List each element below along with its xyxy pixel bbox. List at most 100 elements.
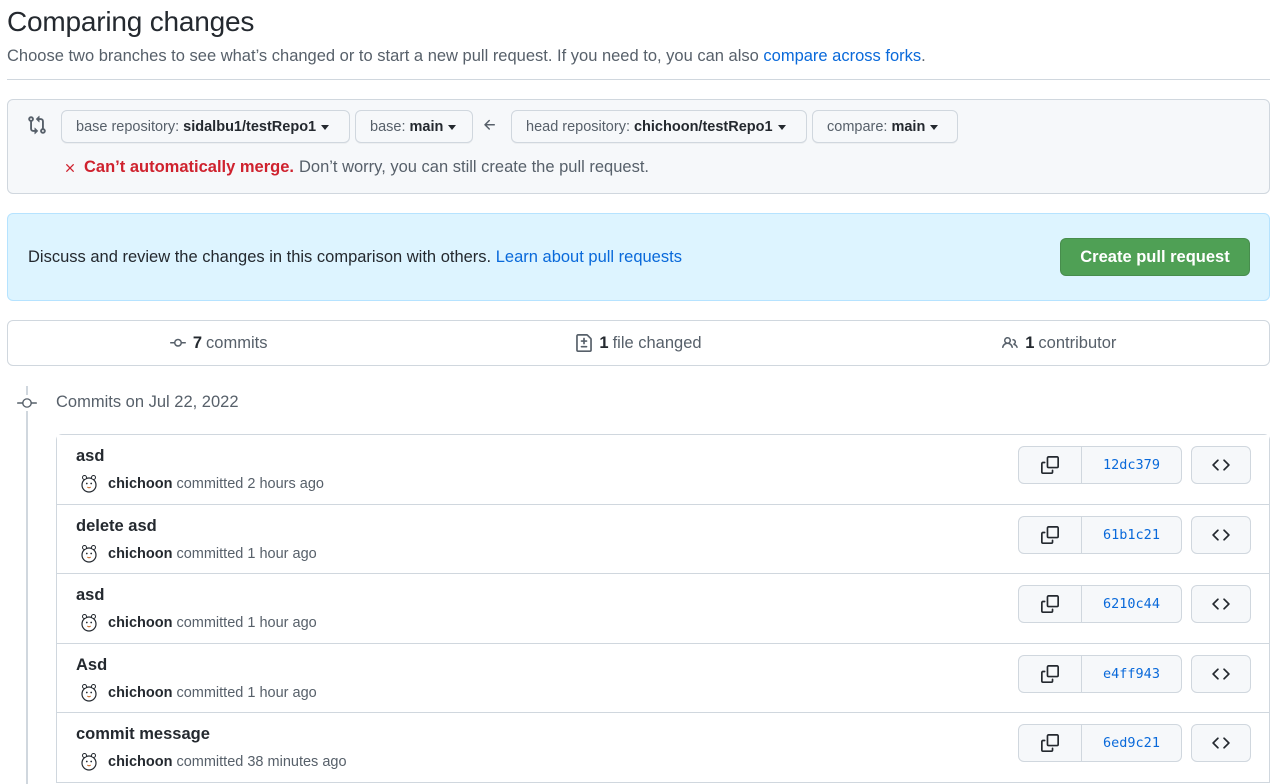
base-repository-label: base repository: — [76, 118, 180, 135]
people-icon — [1002, 336, 1019, 349]
files-label: file changed — [612, 333, 702, 352]
compare-branch-value: main — [891, 118, 926, 135]
commit-time: committed 2 hours ago — [176, 476, 324, 492]
commit-sha-group: 6ed9c21 — [1018, 724, 1182, 762]
avatar[interactable] — [80, 544, 98, 564]
files-changed-tab[interactable]: 1 file changed — [428, 321, 848, 365]
code-icon — [1212, 737, 1230, 749]
copy-icon — [1041, 595, 1059, 613]
commit-meta: chichoon committed 1 hour ago — [80, 613, 317, 633]
commit-meta: chichoon committed 1 hour ago — [80, 544, 317, 564]
avatar[interactable] — [80, 613, 98, 633]
commit-author-link[interactable]: chichoon — [108, 754, 172, 770]
copy-icon — [1041, 456, 1059, 474]
browse-repository-button[interactable] — [1191, 724, 1251, 762]
commit-message-link[interactable]: delete asd — [76, 517, 157, 536]
commit-meta: chichoon committed 38 minutes ago — [80, 752, 347, 772]
head-repository-value: chichoon/testRepo1 — [633, 118, 773, 135]
caret-down-icon — [321, 125, 330, 130]
info-message: Discuss and review the changes in this c… — [28, 248, 496, 266]
browse-repository-button[interactable] — [1191, 515, 1251, 554]
contributors-count: 1 — [1025, 333, 1035, 352]
copy-sha-button[interactable] — [1019, 447, 1082, 483]
commit-time: committed 38 minutes ago — [176, 754, 347, 770]
git-compare-icon — [28, 115, 46, 135]
learn-about-pull-requests-link[interactable]: Learn about pull requests — [496, 248, 682, 266]
commit-sha-link[interactable]: e4ff943 — [1082, 656, 1181, 692]
head-repository-select[interactable]: head repository: chichoon/testRepo1 — [511, 110, 807, 143]
base-branch-value: main — [409, 118, 444, 135]
info-text: Discuss and review the changes in this c… — [28, 248, 682, 267]
avatar[interactable] — [80, 474, 98, 494]
avatar[interactable] — [80, 683, 98, 703]
files-count: 1 — [599, 333, 609, 352]
caret-down-icon — [930, 125, 939, 130]
git-commit-icon — [17, 395, 37, 411]
compare-branch-label: compare: — [827, 118, 888, 135]
browse-repository-button[interactable] — [1191, 585, 1251, 623]
commit-sha-link[interactable]: 12dc379 — [1082, 447, 1181, 483]
x-icon — [66, 163, 74, 172]
commit-row: Asd chichoon committed 1 hour ago e4ff94… — [57, 643, 1269, 713]
commit-author-link[interactable]: chichoon — [108, 476, 172, 492]
commit-sha-group: 61b1c21 — [1018, 515, 1182, 554]
arrow-left-icon — [484, 119, 495, 130]
commit-sha-link[interactable]: 6210c44 — [1082, 586, 1181, 622]
commit-meta: chichoon committed 1 hour ago — [80, 683, 317, 703]
copy-sha-button[interactable] — [1019, 516, 1082, 553]
commit-time: committed 1 hour ago — [176, 615, 317, 631]
commit-message-link[interactable]: asd — [76, 586, 104, 605]
commits-label: commits — [206, 333, 268, 352]
commit-author-link[interactable]: chichoon — [108, 546, 172, 562]
base-branch-select[interactable]: base: main — [355, 110, 473, 143]
contributors-label: contributor — [1038, 333, 1117, 352]
description-suffix: . — [921, 47, 926, 65]
contributors-tab[interactable]: 1 contributor — [849, 321, 1269, 365]
commit-author-link[interactable]: chichoon — [108, 615, 172, 631]
caret-down-icon — [448, 125, 457, 130]
browse-repository-button[interactable] — [1191, 446, 1251, 484]
commit-sha-link[interactable]: 61b1c21 — [1082, 517, 1181, 553]
pull-request-info-banner: Discuss and review the changes in this c… — [7, 213, 1270, 301]
base-repository-select[interactable]: base repository: sidalbu1/testRepo1 — [61, 110, 350, 143]
merge-status-error: Can’t automatically merge. — [84, 158, 294, 176]
commit-message-link[interactable]: commit message — [76, 725, 210, 744]
compare-across-forks-link[interactable]: compare across forks — [763, 47, 921, 65]
copy-icon — [1041, 734, 1059, 752]
commit-sha-group: e4ff943 — [1018, 654, 1182, 693]
commit-sha-link[interactable]: 6ed9c21 — [1082, 725, 1181, 761]
avatar[interactable] — [80, 752, 98, 772]
commit-message-link[interactable]: Asd — [76, 656, 107, 675]
commit-sha-group: 6210c44 — [1018, 585, 1182, 623]
code-icon — [1212, 667, 1230, 680]
browse-repository-button[interactable] — [1191, 654, 1251, 693]
range-editor: base repository: sidalbu1/testRepo1 base… — [7, 99, 1270, 194]
copy-sha-button[interactable] — [1019, 725, 1082, 761]
copy-sha-button[interactable] — [1019, 655, 1082, 692]
copy-sha-button[interactable] — [1019, 586, 1082, 622]
commit-author-link[interactable]: chichoon — [108, 685, 172, 701]
commit-sha-group: 12dc379 — [1018, 446, 1182, 484]
head-repository-label: head repository: — [526, 118, 630, 135]
git-commit-icon — [169, 338, 186, 347]
file-diff-icon — [576, 334, 593, 352]
create-pull-request-button[interactable]: Create pull request — [1060, 238, 1250, 276]
copy-icon — [1041, 664, 1059, 683]
base-branch-label: base: — [370, 118, 406, 135]
commit-list: asd chichoon committed 2 hours ago 12dc3… — [56, 434, 1270, 783]
commit-message-link[interactable]: asd — [76, 447, 104, 466]
merge-status: Can’t automatically merge. Don’t worry, … — [63, 158, 649, 177]
commit-row: commit message chichoon committed 38 min… — [57, 713, 1269, 783]
compare-branch-select[interactable]: compare: main — [812, 110, 958, 143]
code-icon — [1212, 459, 1230, 471]
commits-tab[interactable]: 7 commits — [8, 321, 428, 365]
commits-count: 7 — [192, 333, 203, 352]
page-title: Comparing changes — [7, 6, 255, 37]
comparison-summary: 7 commits 1 file changed 1 contributor — [7, 320, 1270, 366]
commit-row: delete asd chichoon committed 1 hour ago… — [57, 504, 1269, 574]
page-description: Choose two branches to see what’s change… — [7, 47, 926, 66]
merge-status-text: Don’t worry, you can still create the pu… — [298, 158, 650, 176]
description-text: Choose two branches to see what’s change… — [7, 47, 764, 65]
caret-down-icon — [777, 125, 786, 130]
code-icon — [1212, 528, 1230, 541]
